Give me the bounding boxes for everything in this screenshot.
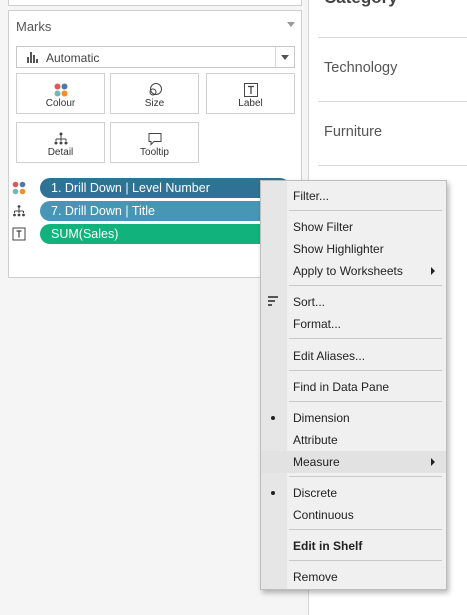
menu-item-show-filter[interactable]: Show Filter bbox=[261, 216, 446, 238]
label-button[interactable]: Label bbox=[206, 73, 295, 114]
detail-icon bbox=[54, 132, 67, 145]
menu-item-remove[interactable]: Remove bbox=[261, 566, 446, 588]
menu-item-show-highlighter[interactable]: Show Highlighter bbox=[261, 238, 446, 260]
menu-item-continuous[interactable]: Continuous bbox=[261, 504, 446, 526]
row-header-title: Category bbox=[324, 0, 398, 8]
menu-item-format[interactable]: Format... bbox=[261, 313, 446, 335]
marks-card-menu-icon[interactable] bbox=[287, 22, 295, 27]
shelf-card-top bbox=[8, 0, 302, 6]
colour-label: Colour bbox=[45, 98, 76, 109]
tooltip-icon bbox=[148, 133, 161, 146]
menu-item-find-in-data-pane[interactable]: Find in Data Pane bbox=[261, 376, 446, 398]
tooltip-label: Tooltip bbox=[140, 147, 169, 158]
chevron-right-icon bbox=[431, 458, 435, 466]
checked-bullet-icon bbox=[271, 416, 275, 420]
row-label-furniture[interactable]: Furniture bbox=[324, 124, 382, 140]
marks-title: Marks bbox=[16, 19, 52, 34]
field-pill-level-number[interactable]: 1. Drill Down | Level Number bbox=[40, 178, 290, 198]
size-label: Size bbox=[144, 98, 165, 109]
mark-type-value: Automatic bbox=[46, 51, 100, 65]
menu-item-apply-to-worksheets[interactable]: Apply to Worksheets bbox=[261, 260, 446, 282]
size-button[interactable]: Size bbox=[110, 73, 199, 114]
menu-item-edit-aliases[interactable]: Edit Aliases... bbox=[261, 345, 446, 367]
size-icon bbox=[149, 83, 162, 96]
colour-button[interactable]: Colour bbox=[16, 73, 105, 114]
sort-icon bbox=[268, 296, 278, 306]
row-label-technology[interactable]: Technology bbox=[324, 60, 397, 76]
field-pill-sum-sales[interactable]: SUM(Sales) bbox=[40, 224, 290, 244]
menu-item-attribute[interactable]: Attribute bbox=[261, 429, 446, 451]
menu-item-sort[interactable]: Sort... bbox=[261, 291, 446, 313]
automatic-mark-icon bbox=[27, 52, 39, 63]
detail-label: Detail bbox=[47, 147, 74, 158]
tooltip-button[interactable]: Tooltip bbox=[110, 122, 199, 163]
menu-item-filter[interactable]: Filter... bbox=[261, 185, 446, 207]
menu-item-dimension[interactable]: Dimension bbox=[261, 407, 446, 429]
checked-bullet-icon bbox=[271, 491, 275, 495]
colour-icon bbox=[54, 83, 67, 97]
field-pill-title[interactable]: 7. Drill Down | Title bbox=[40, 201, 290, 221]
colour-icon bbox=[12, 181, 26, 195]
detail-button[interactable]: Detail bbox=[16, 122, 105, 163]
detail-icon bbox=[13, 205, 25, 217]
menu-item-edit-in-shelf[interactable]: Edit in Shelf bbox=[261, 535, 446, 557]
mark-type-dropdown[interactable]: Automatic bbox=[16, 46, 295, 68]
menu-item-measure[interactable]: Measure bbox=[261, 451, 446, 473]
label-icon bbox=[243, 83, 258, 97]
menu-item-discrete[interactable]: Discrete bbox=[261, 482, 446, 504]
label-icon bbox=[12, 227, 26, 241]
chevron-down-icon[interactable] bbox=[281, 55, 289, 60]
pill-context-menu: Filter... Show Filter Show Highlighter A… bbox=[260, 180, 447, 590]
chevron-right-icon bbox=[431, 267, 435, 275]
label-label: Label bbox=[238, 98, 263, 109]
